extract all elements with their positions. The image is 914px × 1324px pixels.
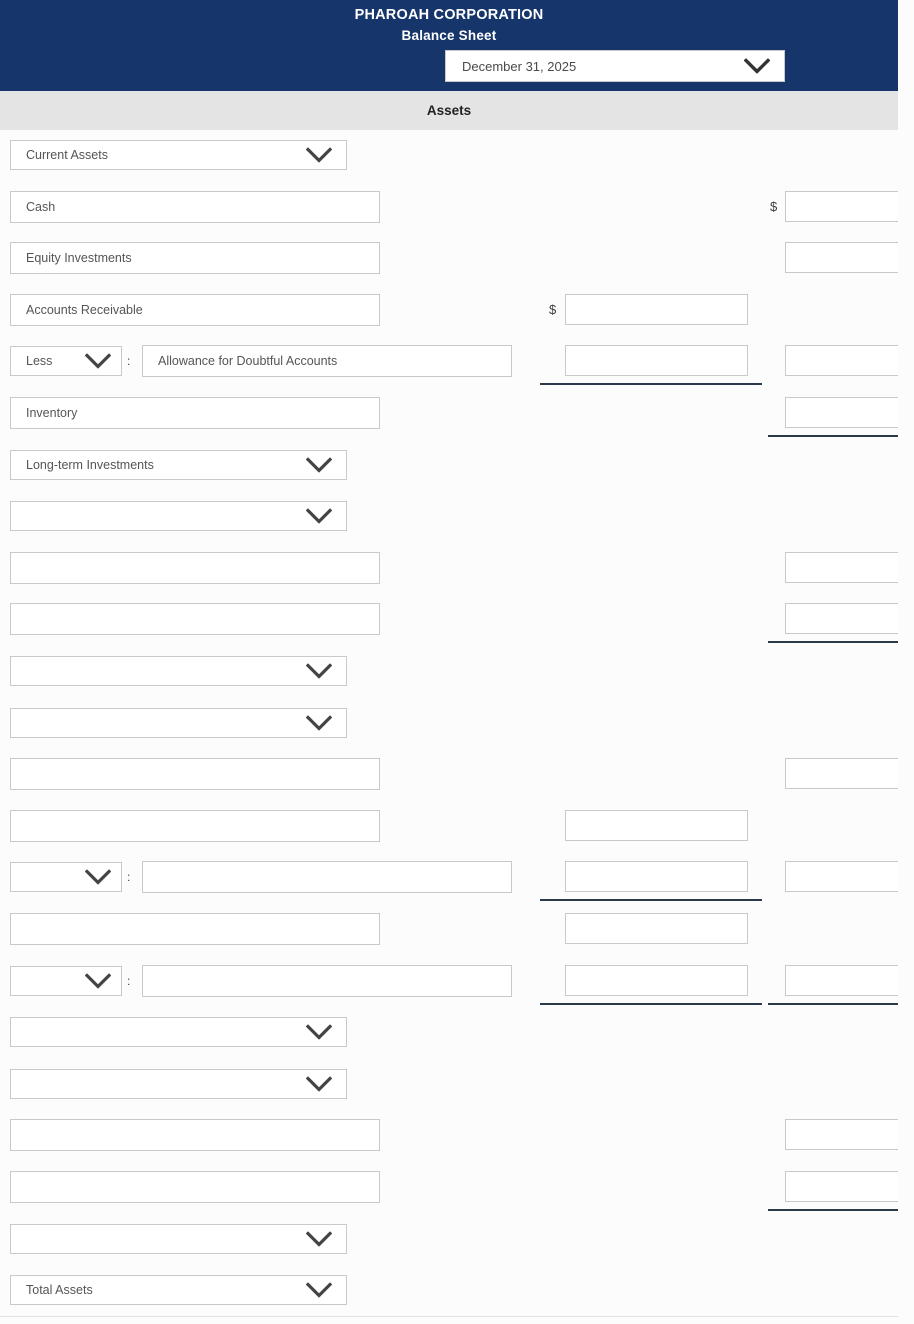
modifier-select-r17[interactable] bbox=[10, 966, 122, 996]
account-name-value: Equity Investments bbox=[26, 251, 132, 265]
account-name-value: Accounts Receivable bbox=[26, 303, 143, 317]
amount-input-middle-r17[interactable] bbox=[565, 965, 748, 996]
account-select-r1[interactable]: Current Assets bbox=[10, 140, 347, 170]
modifier-select-r15[interactable] bbox=[10, 862, 122, 892]
account-name-input-r9[interactable] bbox=[10, 552, 380, 584]
chevron-down-icon bbox=[306, 147, 332, 163]
account-name-input-r3[interactable]: Equity Investments bbox=[10, 242, 380, 274]
chevron-down-icon bbox=[306, 457, 332, 473]
account-select-r12[interactable] bbox=[10, 708, 347, 738]
chevron-down-icon bbox=[306, 508, 332, 524]
account-name-input-r4[interactable]: Accounts Receivable bbox=[10, 294, 380, 326]
modifier-select-r5[interactable]: Less bbox=[10, 346, 122, 376]
account-select-label: Current Assets bbox=[26, 148, 108, 162]
account-select-r7[interactable]: Long-term Investments bbox=[10, 450, 347, 480]
modifier-name-input-r5[interactable]: Allowance for Doubtful Accounts bbox=[142, 345, 512, 377]
account-select-label: Long-term Investments bbox=[26, 458, 154, 472]
account-select-r18[interactable] bbox=[10, 1017, 347, 1047]
subtotal-rule-middle-r5 bbox=[540, 383, 762, 385]
statement-title: Balance Sheet bbox=[401, 28, 497, 43]
statement-header: PHAROAH CORPORATION Balance Sheet Decemb… bbox=[0, 0, 898, 91]
modifier-select-label: Less bbox=[26, 354, 53, 368]
amount-input-middle-r5[interactable] bbox=[565, 345, 748, 376]
chevron-down-icon bbox=[744, 58, 770, 74]
amount-input-right-r10[interactable] bbox=[785, 603, 914, 634]
account-name-value: Inventory bbox=[26, 406, 78, 420]
account-select-label: Total Assets bbox=[26, 1283, 93, 1297]
chevron-down-icon bbox=[306, 1282, 332, 1298]
account-select-r23[interactable]: Total Assets bbox=[10, 1275, 347, 1305]
section-band-assets: Assets bbox=[0, 91, 898, 130]
colon-separator-r17: : bbox=[127, 974, 131, 988]
account-name-input-r21[interactable] bbox=[10, 1171, 380, 1203]
dollar-sign-middle-r4: $ bbox=[549, 302, 557, 317]
chevron-down-icon bbox=[306, 715, 332, 731]
amount-input-middle-r15[interactable] bbox=[565, 861, 748, 892]
modifier-name-input-r15[interactable] bbox=[142, 861, 512, 893]
account-name-input-r6[interactable]: Inventory bbox=[10, 397, 380, 429]
account-name-input-r2[interactable]: Cash bbox=[10, 191, 380, 223]
right-gutter bbox=[898, 0, 914, 1324]
account-name-input-r16[interactable] bbox=[10, 913, 380, 945]
amount-input-right-r6[interactable] bbox=[785, 397, 914, 428]
chevron-down-icon bbox=[85, 973, 111, 989]
amount-input-right-r3[interactable] bbox=[785, 242, 914, 273]
amount-input-middle-r4[interactable] bbox=[565, 294, 748, 325]
modifier-name-value: Allowance for Doubtful Accounts bbox=[158, 354, 338, 368]
amount-input-right-r20[interactable] bbox=[785, 1119, 914, 1150]
amount-input-right-r2[interactable] bbox=[785, 191, 914, 222]
subtotal-rule-right-r10 bbox=[768, 641, 898, 643]
amount-input-middle-r14[interactable] bbox=[565, 810, 748, 841]
account-select-r8[interactable] bbox=[10, 501, 347, 531]
colon-separator-r15: : bbox=[127, 870, 131, 884]
account-name-input-r13[interactable] bbox=[10, 758, 380, 790]
amount-input-right-r5[interactable] bbox=[785, 345, 914, 376]
company-name: PHAROAH CORPORATION bbox=[354, 7, 544, 23]
statement-date-value: December 31, 2025 bbox=[462, 59, 577, 74]
subtotal-rule-right-r21 bbox=[768, 1209, 898, 1211]
subtotal-rule-middle-r15 bbox=[540, 899, 762, 901]
amount-input-right-r15[interactable] bbox=[785, 861, 914, 892]
colon-separator-r5: : bbox=[127, 354, 131, 368]
section-title: Assets bbox=[426, 103, 472, 118]
chevron-down-icon bbox=[306, 1231, 332, 1247]
chevron-down-icon bbox=[85, 353, 111, 369]
amount-input-right-r13[interactable] bbox=[785, 758, 914, 789]
chevron-down-icon bbox=[306, 1076, 332, 1092]
account-name-input-r20[interactable] bbox=[10, 1119, 380, 1151]
account-select-r19[interactable] bbox=[10, 1069, 347, 1099]
chevron-down-icon bbox=[85, 869, 111, 885]
account-name-value: Cash bbox=[26, 200, 56, 214]
amount-input-middle-r16[interactable] bbox=[565, 913, 748, 944]
subtotal-rule-middle-r17 bbox=[540, 1003, 762, 1005]
subtotal-rule-right-r17 bbox=[768, 1003, 898, 1005]
statement-date-select[interactable]: December 31, 2025 bbox=[445, 50, 785, 82]
amount-input-right-r9[interactable] bbox=[785, 552, 914, 583]
balance-sheet-form: PHAROAH CORPORATION Balance Sheet Decemb… bbox=[0, 0, 914, 1324]
subtotal-rule-right-r6 bbox=[768, 435, 898, 437]
account-select-r22[interactable] bbox=[10, 1224, 347, 1254]
chevron-down-icon bbox=[306, 1024, 332, 1040]
modifier-name-input-r17[interactable] bbox=[142, 965, 512, 997]
account-name-input-r10[interactable] bbox=[10, 603, 380, 635]
account-name-input-r14[interactable] bbox=[10, 810, 380, 842]
amount-input-right-r21[interactable] bbox=[785, 1171, 914, 1202]
bottom-divider bbox=[0, 1316, 914, 1317]
chevron-down-icon bbox=[306, 663, 332, 679]
account-select-r11[interactable] bbox=[10, 656, 347, 686]
amount-input-right-r17[interactable] bbox=[785, 965, 914, 996]
dollar-sign-right-r2: $ bbox=[770, 199, 778, 214]
